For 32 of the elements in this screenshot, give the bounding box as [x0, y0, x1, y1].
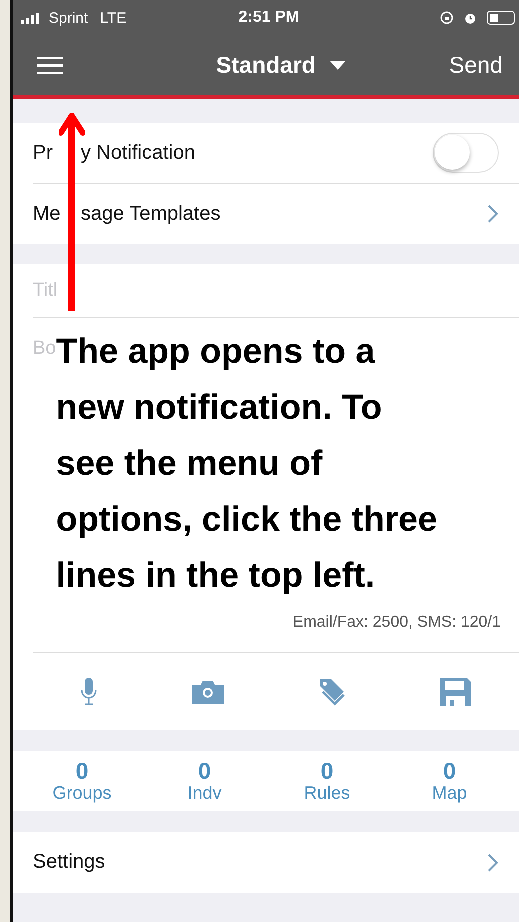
- toggle-switch[interactable]: [433, 133, 499, 173]
- status-time: 2:51 PM: [238, 9, 300, 27]
- battery-icon: [487, 11, 517, 25]
- rotation-lock-icon: [440, 11, 454, 25]
- option-label: Pr: [33, 142, 53, 164]
- network-type: LTE: [100, 10, 127, 26]
- character-limits: Email/Fax: 2500, SMS: 120/1: [292, 613, 501, 633]
- send-button[interactable]: Send: [449, 52, 503, 79]
- option-label: Me: [33, 202, 61, 226]
- tag-button[interactable]: [319, 678, 346, 706]
- menu-icon: [37, 56, 63, 74]
- camera-icon: [192, 680, 224, 704]
- menu-button[interactable]: [37, 56, 63, 74]
- annotation-text: The app opens to a new notification. To see the menu of options, click the three lines in the top left.: [56, 331, 438, 597]
- caret-icon: [330, 61, 346, 70]
- recipient-count-button[interactable]: 0 Groups: [37, 758, 128, 804]
- option-label: y Notification: [81, 142, 196, 164]
- carrier-name: Sprint: [49, 10, 88, 26]
- recipient-count-button[interactable]: 0 Indv: [160, 758, 250, 804]
- option-label: sage Templates: [81, 202, 221, 226]
- mode-dropdown[interactable]: Standard: [216, 52, 346, 79]
- microphone-icon: [80, 678, 97, 706]
- settings-label: Settings: [33, 851, 106, 874]
- save-button[interactable]: [440, 678, 472, 706]
- microphone-button[interactable]: [80, 678, 97, 706]
- recipient-count-button[interactable]: 0 Map: [404, 758, 495, 804]
- alarm-icon: [464, 12, 477, 24]
- tags-icon: [319, 678, 346, 706]
- camera-button[interactable]: [192, 680, 224, 704]
- recipient-count-button[interactable]: 0 Rules: [282, 758, 372, 804]
- chevron-icon[interactable]: [487, 204, 499, 224]
- chevron-icon[interactable]: [487, 852, 499, 872]
